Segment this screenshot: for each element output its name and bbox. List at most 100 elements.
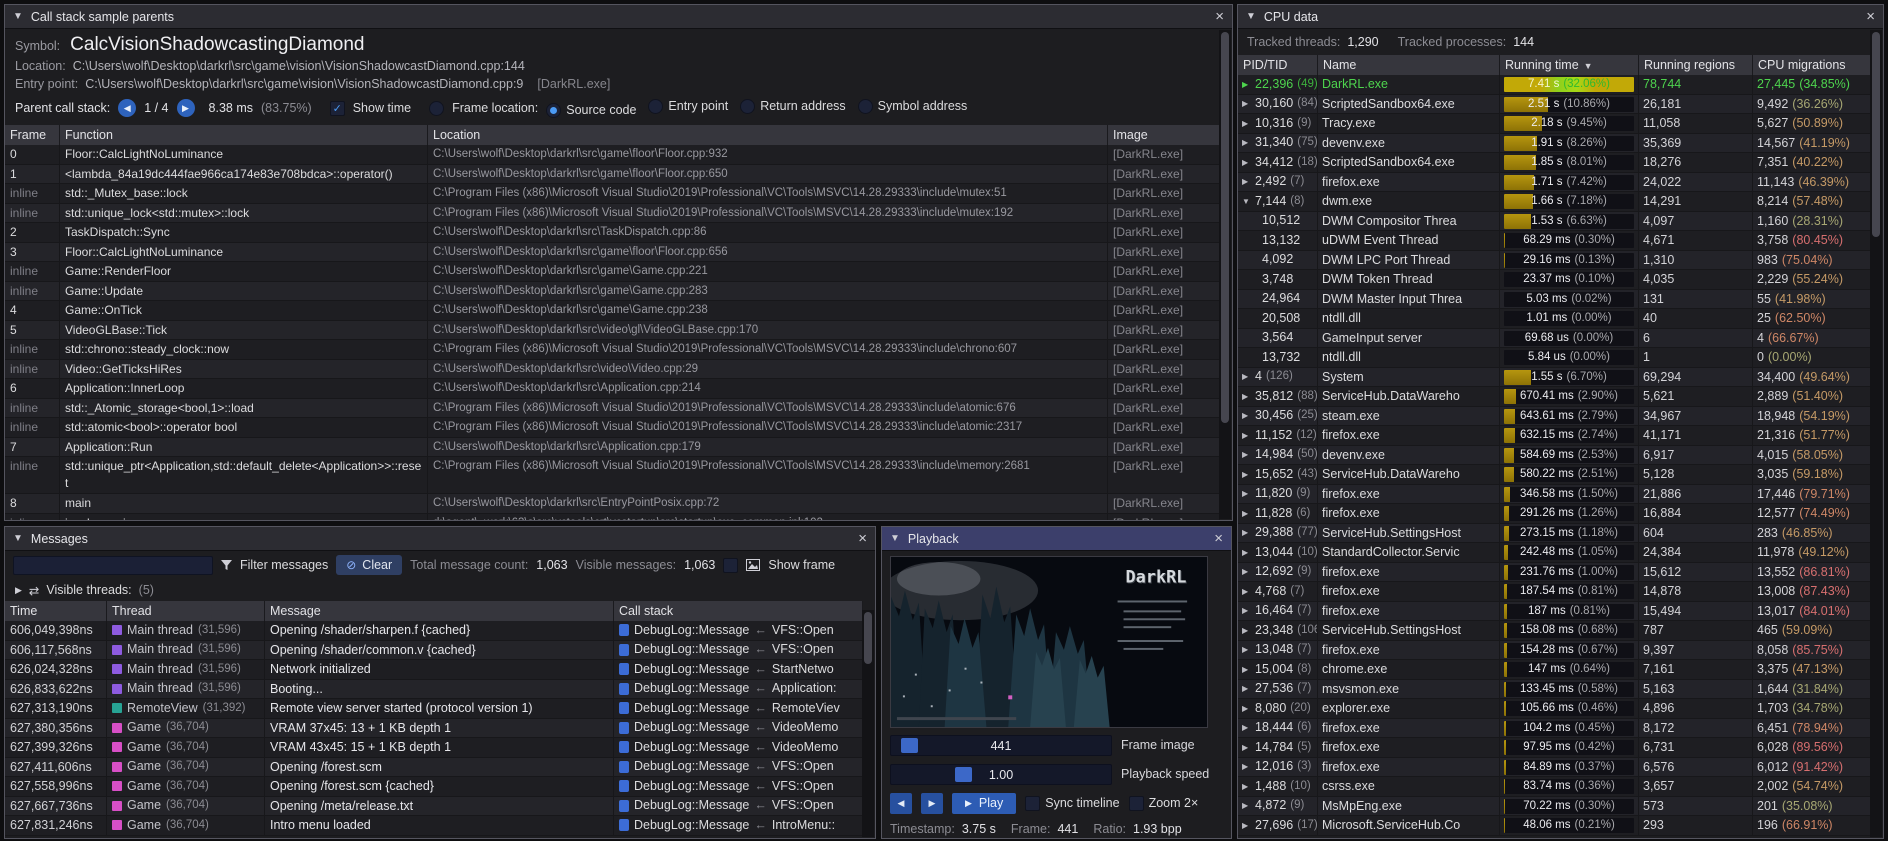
close-icon[interactable]: × — [1866, 9, 1875, 24]
message-row[interactable]: 627,831,246nsGame(36,704)Intro menu load… — [5, 816, 863, 836]
callstack-row[interactable]: 2TaskDispatch::SyncC:\Users\wolf\Desktop… — [5, 223, 1220, 243]
message-frame-icon[interactable] — [619, 683, 629, 695]
frame-location-option[interactable]: Return address — [740, 99, 845, 114]
cpu-row[interactable]: 4,092DWM LPC Port Thread29.16 ms(0.13%)1… — [1238, 251, 1871, 271]
cpu-titlebar[interactable]: ▼ CPU data × — [1238, 5, 1883, 29]
expand-icon[interactable]: ▶ — [1242, 543, 1251, 562]
frame-location-option[interactable]: Symbol address — [858, 99, 968, 114]
messages-titlebar[interactable]: ▼ Messages × — [5, 527, 875, 551]
column-header[interactable]: Message — [265, 601, 614, 621]
message-row[interactable]: 627,399,326nsGame(36,704)VRAM 43x45: 15 … — [5, 738, 863, 758]
callstack-row[interactable]: inlineGame::UpdateC:\Users\wolf\Desktop\… — [5, 282, 1220, 302]
frame-location-option[interactable]: Source code — [546, 103, 636, 118]
cpu-row[interactable]: ▶12,692(9)firefox.exe231.76 ms(1.00%)15,… — [1238, 563, 1871, 583]
scrollbar-thumb[interactable] — [1221, 32, 1229, 423]
message-frame-icon[interactable] — [619, 702, 629, 714]
expand-icon[interactable]: ▶ — [1242, 699, 1251, 718]
callstack-cell[interactable]: DebugLog::Message←VFS::Open — [614, 758, 863, 777]
section-arrow-icon[interactable]: ▶ — [15, 585, 22, 596]
expand-icon[interactable]: ▶ — [1242, 621, 1251, 640]
expand-icon[interactable]: ▶ — [1242, 641, 1251, 660]
collapse-icon[interactable]: ▼ — [1246, 11, 1256, 22]
sync-timeline-checkbox[interactable] — [1025, 796, 1040, 811]
callstack-cell[interactable]: DebugLog::Message←RemoteViev — [614, 699, 863, 718]
message-row[interactable]: 627,380,356nsGame(36,704)VRAM 37x45: 13 … — [5, 719, 863, 739]
callstack-row[interactable]: inlineGame::RenderFloorC:\Users\wolf\Des… — [5, 262, 1220, 282]
collapse-icon[interactable]: ▼ — [890, 533, 900, 544]
callstack-row[interactable]: inlinestd::unique_ptr<Application,std::d… — [5, 457, 1220, 494]
callstack-row[interactable]: 5VideoGLBase::TickC:\Users\wolf\Desktop\… — [5, 321, 1220, 341]
cpu-row[interactable]: ▶12,016(3)firefox.exe84.89 ms(0.37%)6,57… — [1238, 758, 1871, 778]
expand-icon[interactable]: ▶ — [1242, 524, 1251, 543]
expand-icon[interactable]: ▶ — [1242, 426, 1251, 445]
expand-icon[interactable]: ▶ — [1242, 602, 1251, 621]
message-frame-icon[interactable] — [619, 663, 629, 675]
clear-button[interactable]: ⊘ Clear — [336, 555, 402, 575]
message-row[interactable]: 627,558,996nsGame(36,704)Opening /forest… — [5, 777, 863, 797]
expand-icon[interactable]: ▶ — [1242, 504, 1251, 523]
cpu-row[interactable]: ▶15,652(43)ServiceHub.DataWareho580.22 m… — [1238, 465, 1871, 485]
cpu-row[interactable]: 20,508ntdll.dll1.01 ms(0.00%)4025(62.50%… — [1238, 309, 1871, 329]
column-header[interactable]: CPU migrations — [1753, 55, 1871, 75]
expand-icon[interactable]: ▶ — [1242, 407, 1251, 426]
column-header[interactable]: PID/TID — [1238, 55, 1318, 75]
cpu-row[interactable]: ▶4(126)System1.55 s(6.70%)69,29434,400(4… — [1238, 368, 1871, 388]
expand-icon[interactable]: ▶ — [1242, 777, 1251, 796]
cpu-row[interactable]: 3,564GameInput server69.68 us(0.00%)64(6… — [1238, 329, 1871, 349]
expand-icon[interactable]: ▶ — [1242, 95, 1251, 114]
cpu-row[interactable]: ▶18,444(6)firefox.exe104.2 ms(0.45%)8,17… — [1238, 719, 1871, 739]
callstack-row[interactable]: 6Application::InnerLoopC:\Users\wolf\Des… — [5, 379, 1220, 399]
messages-scrollbar[interactable] — [862, 610, 874, 837]
scrollbar-thumb[interactable] — [864, 612, 872, 664]
cpu-row[interactable]: ▶1,488(10)csrss.exe83.74 ms(0.36%)3,6572… — [1238, 777, 1871, 797]
callstack-scrollbar[interactable] — [1219, 30, 1231, 519]
callstack-row[interactable]: 7Application::RunC:\Users\wolf\Desktop\d… — [5, 438, 1220, 458]
cpu-row[interactable]: ▶15,004(8)chrome.exe147 ms(0.64%)7,1613,… — [1238, 660, 1871, 680]
collapse-icon[interactable]: ▼ — [13, 533, 23, 544]
cpu-row[interactable]: ▶4,768(7)firefox.exe187.54 ms(0.81%)14,8… — [1238, 582, 1871, 602]
cpu-row[interactable]: 10,512DWM Compositor Threa1.53 s(6.63%)4… — [1238, 212, 1871, 232]
radio-icon[interactable] — [740, 99, 755, 114]
radio-icon[interactable] — [648, 99, 663, 114]
cpu-row[interactable]: ▶35,812(88)ServiceHub.DataWareho670.41 m… — [1238, 387, 1871, 407]
radio-icon[interactable] — [858, 99, 873, 114]
expand-icon[interactable]: ▶ — [1242, 485, 1251, 504]
expand-icon[interactable]: ▶ — [1242, 75, 1251, 94]
cpu-row[interactable]: ▶14,984(50)devenv.exe584.69 ms(2.53%)6,9… — [1238, 446, 1871, 466]
callstack-row[interactable]: inlineVideo::GetTicksHiResC:\Users\wolf\… — [5, 360, 1220, 380]
show-frame-checkbox[interactable] — [723, 558, 738, 573]
cpu-row[interactable]: ▶2,492(7)firefox.exe1.71 s(7.42%)24,0221… — [1238, 173, 1871, 193]
messages-table-header[interactable]: TimeThreadMessageCall stack — [5, 601, 863, 621]
message-frame-icon[interactable] — [619, 722, 629, 734]
message-frame-icon[interactable] — [619, 741, 629, 753]
message-row[interactable]: 627,313,190nsRemoteView(31,392)Remote vi… — [5, 699, 863, 719]
cpu-row[interactable]: ▶30,160(84)ScriptedSandbox64.exe2.51 s(1… — [1238, 95, 1871, 115]
expand-icon[interactable]: ▶ — [1242, 134, 1251, 153]
callstack-row[interactable]: 3Floor::CalcLightNoLuminanceC:\Users\wol… — [5, 243, 1220, 263]
close-icon[interactable]: × — [1214, 531, 1223, 546]
expand-icon[interactable]: ▶ — [1242, 153, 1251, 172]
column-header[interactable]: Running time▼ — [1500, 55, 1639, 75]
cpu-row[interactable]: ▶4,872(9)MsMpEng.exe70.22 ms(0.30%)57320… — [1238, 797, 1871, 817]
zoom-checkbox[interactable] — [1129, 796, 1144, 811]
cpu-row[interactable]: 3,748DWM Token Thread23.37 ms(0.10%)4,03… — [1238, 270, 1871, 290]
playback-speed-slider[interactable]: 1.00 — [890, 764, 1112, 785]
callstack-cell[interactable]: DebugLog::Message←VideoMemo — [614, 719, 863, 738]
cpu-row[interactable]: ▶23,348(106)ServiceHub.SettingsHost158.0… — [1238, 621, 1871, 641]
column-header[interactable]: Image — [1108, 125, 1220, 145]
expand-icon[interactable]: ▶ — [1242, 446, 1251, 465]
next-parent-button[interactable]: ▶ — [177, 99, 195, 117]
cpu-row[interactable]: ▶30,456(25)steam.exe643.61 ms(2.79%)34,9… — [1238, 407, 1871, 427]
column-header[interactable]: Location — [428, 125, 1108, 145]
callstack-row[interactable]: inlinestd::atomic<bool>::operator boolC:… — [5, 418, 1220, 438]
close-icon[interactable]: × — [858, 531, 867, 546]
cpu-row[interactable]: ▶29,388(77)ServiceHub.SettingsHost273.15… — [1238, 524, 1871, 544]
column-header[interactable]: Name — [1318, 55, 1500, 75]
callstack-row[interactable]: inlinestd::_Mutex_base::lockC:\Program F… — [5, 184, 1220, 204]
filter-input[interactable] — [13, 556, 213, 575]
expand-icon[interactable]: ▶ — [1242, 758, 1251, 777]
expand-icon[interactable]: ▶ — [1242, 738, 1251, 757]
cpu-row[interactable]: ▶8,080(20)explorer.exe105.66 ms(0.46%)4,… — [1238, 699, 1871, 719]
cpu-row[interactable]: 24,964DWM Master Input Threa5.03 ms(0.02… — [1238, 290, 1871, 310]
cpu-row[interactable]: ▶13,048(7)firefox.exe154.28 ms(0.67%)9,3… — [1238, 641, 1871, 661]
